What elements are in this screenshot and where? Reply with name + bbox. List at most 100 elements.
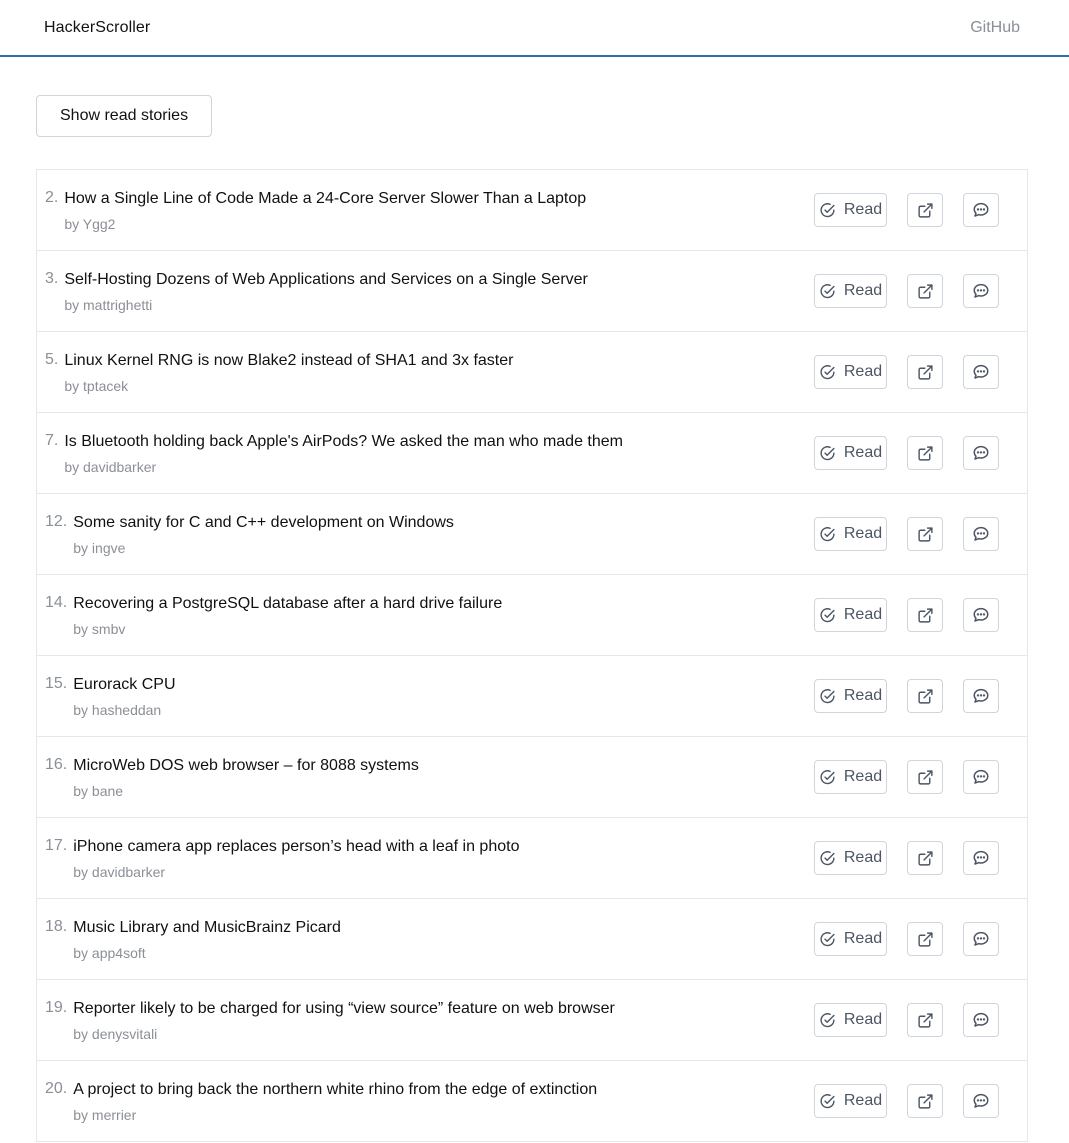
story-rank: 2. <box>45 189 59 206</box>
story-title[interactable]: How a Single Line of Code Made a 24-Core… <box>64 189 586 208</box>
story-title[interactable]: Is Bluetooth holding back Apple's AirPod… <box>64 432 623 451</box>
story-author: by davidbarker <box>64 459 157 475</box>
story-title[interactable]: Some sanity for C and C++ development on… <box>73 513 454 532</box>
comments-button[interactable] <box>963 355 999 389</box>
mark-read-button[interactable]: Read <box>814 355 887 389</box>
story-title[interactable]: MicroWeb DOS web browser – for 8088 syst… <box>73 756 419 775</box>
story-author: by mattrighetti <box>64 297 153 313</box>
story-author: by Ygg2 <box>64 216 116 232</box>
story-texts: How a Single Line of Code Made a 24-Core… <box>64 189 586 232</box>
comments-button[interactable] <box>963 679 999 713</box>
mark-read-button[interactable]: Read <box>814 1003 887 1037</box>
read-label: Read <box>843 201 883 218</box>
story-texts: A project to bring back the northern whi… <box>73 1080 597 1123</box>
comment-bubble-icon <box>972 1011 990 1029</box>
story-texts: Eurorack CPU by hasheddan <box>73 675 175 718</box>
comments-button[interactable] <box>963 1003 999 1037</box>
story-title[interactable]: Eurorack CPU <box>73 675 175 694</box>
check-circle-icon <box>819 526 836 543</box>
comment-bubble-icon <box>972 849 990 867</box>
story-row: 15. Eurorack CPU by hasheddan Read <box>37 656 1027 737</box>
story-row: 16. MicroWeb DOS web browser – for 8088 … <box>37 737 1027 818</box>
comments-button[interactable] <box>963 922 999 956</box>
story-actions: Read <box>814 1003 999 1037</box>
check-circle-icon <box>819 445 836 462</box>
mark-read-button[interactable]: Read <box>814 517 887 551</box>
check-circle-icon <box>819 283 836 300</box>
story-texts: MicroWeb DOS web browser – for 8088 syst… <box>73 756 419 799</box>
story-actions: Read <box>814 355 999 389</box>
story-title[interactable]: Linux Kernel RNG is now Blake2 instead o… <box>64 351 513 370</box>
mark-read-button[interactable]: Read <box>814 193 887 227</box>
open-link-button[interactable] <box>907 598 943 632</box>
story-row: 2. How a Single Line of Code Made a 24-C… <box>37 170 1027 251</box>
story-title[interactable]: iPhone camera app replaces person’s head… <box>73 837 519 856</box>
open-link-button[interactable] <box>907 517 943 551</box>
story-row: 18. Music Library and MusicBrainz Picard… <box>37 899 1027 980</box>
story-actions: Read <box>814 274 999 308</box>
story-info: 17. iPhone camera app replaces person’s … <box>45 837 519 880</box>
open-link-button[interactable] <box>907 436 943 470</box>
comments-button[interactable] <box>963 760 999 794</box>
github-link[interactable]: GitHub <box>970 19 1020 37</box>
story-texts: Music Library and MusicBrainz Picard by … <box>73 918 341 961</box>
comment-bubble-icon <box>972 444 990 462</box>
check-circle-icon <box>819 364 836 381</box>
story-author: by tptacek <box>64 378 129 394</box>
read-label: Read <box>843 849 883 866</box>
show-read-stories-button[interactable]: Show read stories <box>36 95 213 137</box>
story-info: 15. Eurorack CPU by hasheddan <box>45 675 176 718</box>
story-info: 12. Some sanity for C and C++ developmen… <box>45 513 454 556</box>
external-link-icon <box>917 1093 934 1110</box>
story-row: 20. A project to bring back the northern… <box>37 1061 1027 1142</box>
check-circle-icon <box>819 1093 836 1110</box>
comments-button[interactable] <box>963 841 999 875</box>
open-link-button[interactable] <box>907 193 943 227</box>
comments-button[interactable] <box>963 274 999 308</box>
mark-read-button[interactable]: Read <box>814 1084 887 1118</box>
comments-button[interactable] <box>963 193 999 227</box>
open-link-button[interactable] <box>907 1084 943 1118</box>
story-rank: 20. <box>45 1080 68 1097</box>
comments-button[interactable] <box>963 1084 999 1118</box>
story-title[interactable]: Self-Hosting Dozens of Web Applications … <box>64 270 588 289</box>
comment-bubble-icon <box>972 687 990 705</box>
mark-read-button[interactable]: Read <box>814 760 887 794</box>
story-actions: Read <box>814 598 999 632</box>
story-texts: iPhone camera app replaces person’s head… <box>73 837 519 880</box>
open-link-button[interactable] <box>907 679 943 713</box>
read-label: Read <box>843 1011 883 1028</box>
story-row: 5. Linux Kernel RNG is now Blake2 instea… <box>37 332 1027 413</box>
story-title[interactable]: Music Library and MusicBrainz Picard <box>73 918 341 937</box>
story-rank: 15. <box>45 675 68 692</box>
mark-read-button[interactable]: Read <box>814 679 887 713</box>
story-title[interactable]: A project to bring back the northern whi… <box>73 1080 597 1099</box>
story-row: 19. Reporter likely to be charged for us… <box>37 980 1027 1061</box>
story-title[interactable]: Reporter likely to be charged for using … <box>73 999 615 1018</box>
open-link-button[interactable] <box>907 841 943 875</box>
open-link-button[interactable] <box>907 1003 943 1037</box>
comments-button[interactable] <box>963 598 999 632</box>
story-actions: Read <box>814 679 999 713</box>
open-link-button[interactable] <box>907 922 943 956</box>
mark-read-button[interactable]: Read <box>814 598 887 632</box>
mark-read-button[interactable]: Read <box>814 922 887 956</box>
story-actions: Read <box>814 760 999 794</box>
check-circle-icon <box>819 769 836 786</box>
open-link-button[interactable] <box>907 760 943 794</box>
comments-button[interactable] <box>963 517 999 551</box>
read-label: Read <box>843 363 883 380</box>
check-circle-icon <box>819 202 836 219</box>
comment-bubble-icon <box>972 1092 990 1110</box>
story-title[interactable]: Recovering a PostgreSQL database after a… <box>73 594 502 613</box>
mark-read-button[interactable]: Read <box>814 436 887 470</box>
story-texts: Some sanity for C and C++ development on… <box>73 513 454 556</box>
story-actions: Read <box>814 517 999 551</box>
app-brand[interactable]: HackerScroller <box>44 19 150 37</box>
comments-button[interactable] <box>963 436 999 470</box>
mark-read-button[interactable]: Read <box>814 274 887 308</box>
external-link-icon <box>917 850 934 867</box>
open-link-button[interactable] <box>907 355 943 389</box>
open-link-button[interactable] <box>907 274 943 308</box>
mark-read-button[interactable]: Read <box>814 841 887 875</box>
